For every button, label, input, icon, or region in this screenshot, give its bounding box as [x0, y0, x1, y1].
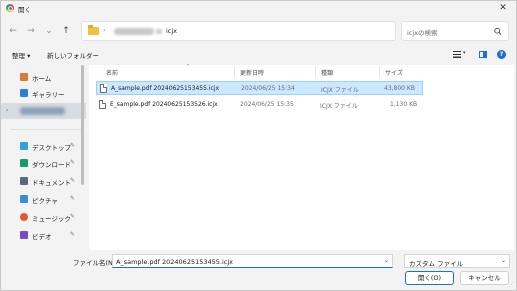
filetype-value: カスタム ファイル: [409, 260, 464, 268]
forward-button[interactable]: →: [25, 24, 37, 38]
back-button[interactable]: ←: [7, 24, 19, 38]
sidebar-item-label: ドキュメント: [32, 179, 71, 187]
home-icon: [20, 73, 28, 81]
documents-icon: [20, 177, 28, 185]
column-header-type[interactable]: 種類: [321, 65, 333, 79]
new-folder-button[interactable]: 新しいフォルダー: [47, 50, 99, 60]
list-view-icon: [453, 51, 461, 58]
column-header-modified[interactable]: 更新日時: [240, 65, 264, 79]
chrome-icon: [6, 4, 14, 12]
column-divider[interactable]: [315, 67, 316, 78]
sort-ascending-icon: ^: [186, 64, 191, 70]
sidebar-item-onedrive[interactable]: ›: [1, 103, 86, 119]
address-bar[interactable]: › icjx ⌄ ↻: [81, 21, 466, 41]
sidebar-item-label: ミュージック: [32, 215, 71, 223]
pictures-icon: [20, 195, 28, 203]
videos-icon: [20, 231, 28, 239]
pin-icon[interactable]: ✎: [70, 177, 75, 184]
filetype-select[interactable]: カスタム ファイル: [404, 254, 510, 268]
resize-grip-icon[interactable]: ⋰: [509, 282, 514, 288]
dialog-title: 開く: [18, 6, 31, 14]
sidebar-item-label: デスクトップ: [32, 144, 71, 152]
filename-label: ファイル名(N):: [73, 259, 118, 267]
up-button[interactable]: ↑: [60, 24, 72, 38]
search-input[interactable]: icjxの検索: [401, 21, 509, 41]
file-modified: 2024/06/25 15:35: [240, 101, 294, 108]
file-icon: [99, 100, 106, 109]
navigation-pane: ホーム ギャラリー › デスクトップ ✎ ダウンロード ✎ ドキュメント ✎ ピ…: [1, 65, 86, 250]
pin-icon[interactable]: ✎: [70, 195, 75, 202]
dialog-footer: ファイル名(N): A_sample.pdf 20240625153455.ic…: [1, 252, 516, 290]
title-bar: 開く ✕: [1, 1, 516, 15]
preview-pane-icon[interactable]: [479, 51, 487, 58]
sidebar-item-label: ホーム: [32, 75, 52, 83]
gallery-icon: [20, 89, 28, 97]
open-file-dialog: 開く ✕ ← → ⌄ ↑ › icjx ⌄ ↻ icjxの検索 整理 ▾ 新しい…: [0, 0, 517, 291]
pin-icon[interactable]: ✎: [70, 213, 75, 220]
pin-icon[interactable]: ✎: [70, 142, 75, 149]
pin-icon[interactable]: ✎: [70, 231, 75, 238]
search-icon: [494, 27, 502, 35]
view-chevron-icon: ▾: [463, 50, 466, 56]
column-header-name[interactable]: ^ 名前: [106, 64, 190, 79]
expand-chevron-icon[interactable]: ›: [6, 107, 8, 114]
file-modified: 2024/06/25 15:34: [241, 85, 295, 92]
filename-input[interactable]: A_sample.pdf 20240625153455.icjx: [112, 254, 393, 268]
open-button[interactable]: 開く(O): [405, 271, 454, 285]
desktop-icon: [20, 142, 28, 150]
filename-value: A_sample.pdf 20240625153455.icjx: [116, 258, 233, 266]
navigation-bar: ← → ⌄ ↑ › icjx ⌄ ↻ icjxの検索: [1, 19, 516, 43]
recent-locations-button[interactable]: ⌄: [43, 24, 55, 38]
breadcrumb-redacted-separator: [156, 29, 162, 34]
sidebar-item-documents[interactable]: ドキュメント ✎: [1, 173, 86, 189]
file-name: E_sample.pdf 20240625153526.icjx: [110, 101, 218, 108]
sidebar-item-downloads[interactable]: ダウンロード ✎: [1, 155, 86, 171]
view-options-button[interactable]: ▾: [451, 49, 469, 60]
file-name: A_sample.pdf 20240625153455.icjx: [111, 85, 219, 92]
file-row[interactable]: A_sample.pdf 20240625153455.icjx 2024/06…: [96, 81, 423, 95]
file-list: ^ 名前 更新日時 種類 サイズ A_sample.pdf 2024062515…: [89, 64, 514, 250]
cancel-button[interactable]: キャンセル: [460, 271, 509, 285]
sidebar-item-desktop[interactable]: デスクトップ ✎: [1, 138, 86, 154]
file-row[interactable]: E_sample.pdf 20240625153526.icjx 2024/06…: [96, 98, 423, 112]
download-icon: [20, 159, 28, 167]
file-size: 43,800 KB: [384, 85, 415, 92]
sidebar-item-label: ギャラリー: [32, 91, 65, 99]
sidebar-item-music[interactable]: ミュージック ✎: [1, 209, 86, 225]
breadcrumb-redacted: [114, 28, 154, 35]
filename-dropdown-chevron-icon[interactable]: ⌄: [384, 257, 389, 264]
file-type: ICJX ファイル: [320, 103, 358, 110]
column-divider[interactable]: [234, 67, 235, 78]
sidebar-item-label: ビデオ: [32, 233, 52, 241]
breadcrumb-current[interactable]: icjx: [166, 27, 177, 35]
column-header-size[interactable]: サイズ: [385, 65, 403, 79]
breadcrumb-separator: ›: [103, 27, 106, 34]
sidebar-item-pictures[interactable]: ピクチャ ✎: [1, 191, 86, 207]
folder-icon: [88, 25, 99, 35]
sidebar-item-gallery[interactable]: ギャラリー: [1, 85, 86, 101]
search-placeholder: icjxの検索: [407, 29, 438, 37]
command-bar: 整理 ▾ 新しいフォルダー ▾ ?: [1, 48, 516, 62]
sidebar-item-videos[interactable]: ビデオ ✎: [1, 227, 86, 243]
sidebar-item-home[interactable]: ホーム: [1, 69, 86, 85]
column-header-label: 名前: [106, 70, 119, 77]
sidebar-item-label: ピクチャ: [32, 197, 58, 205]
sidebar-item-label: ダウンロード: [32, 161, 71, 169]
organize-button[interactable]: 整理 ▾: [12, 50, 30, 60]
column-divider[interactable]: [379, 67, 380, 78]
file-icon: [100, 84, 107, 93]
sidebar-scrollbar[interactable]: [81, 65, 84, 185]
help-icon[interactable]: ?: [497, 50, 506, 59]
pin-icon[interactable]: ✎: [70, 159, 75, 166]
sidebar-divider: [11, 129, 81, 130]
file-type: ICJX ファイル: [321, 87, 359, 94]
music-icon: [20, 213, 28, 221]
sidebar-item-redacted: [20, 107, 65, 115]
filetype-chevron-icon[interactable]: ⌄: [501, 257, 506, 264]
close-button[interactable]: ✕: [496, 2, 510, 14]
file-size: 1,130 KB: [390, 101, 418, 108]
